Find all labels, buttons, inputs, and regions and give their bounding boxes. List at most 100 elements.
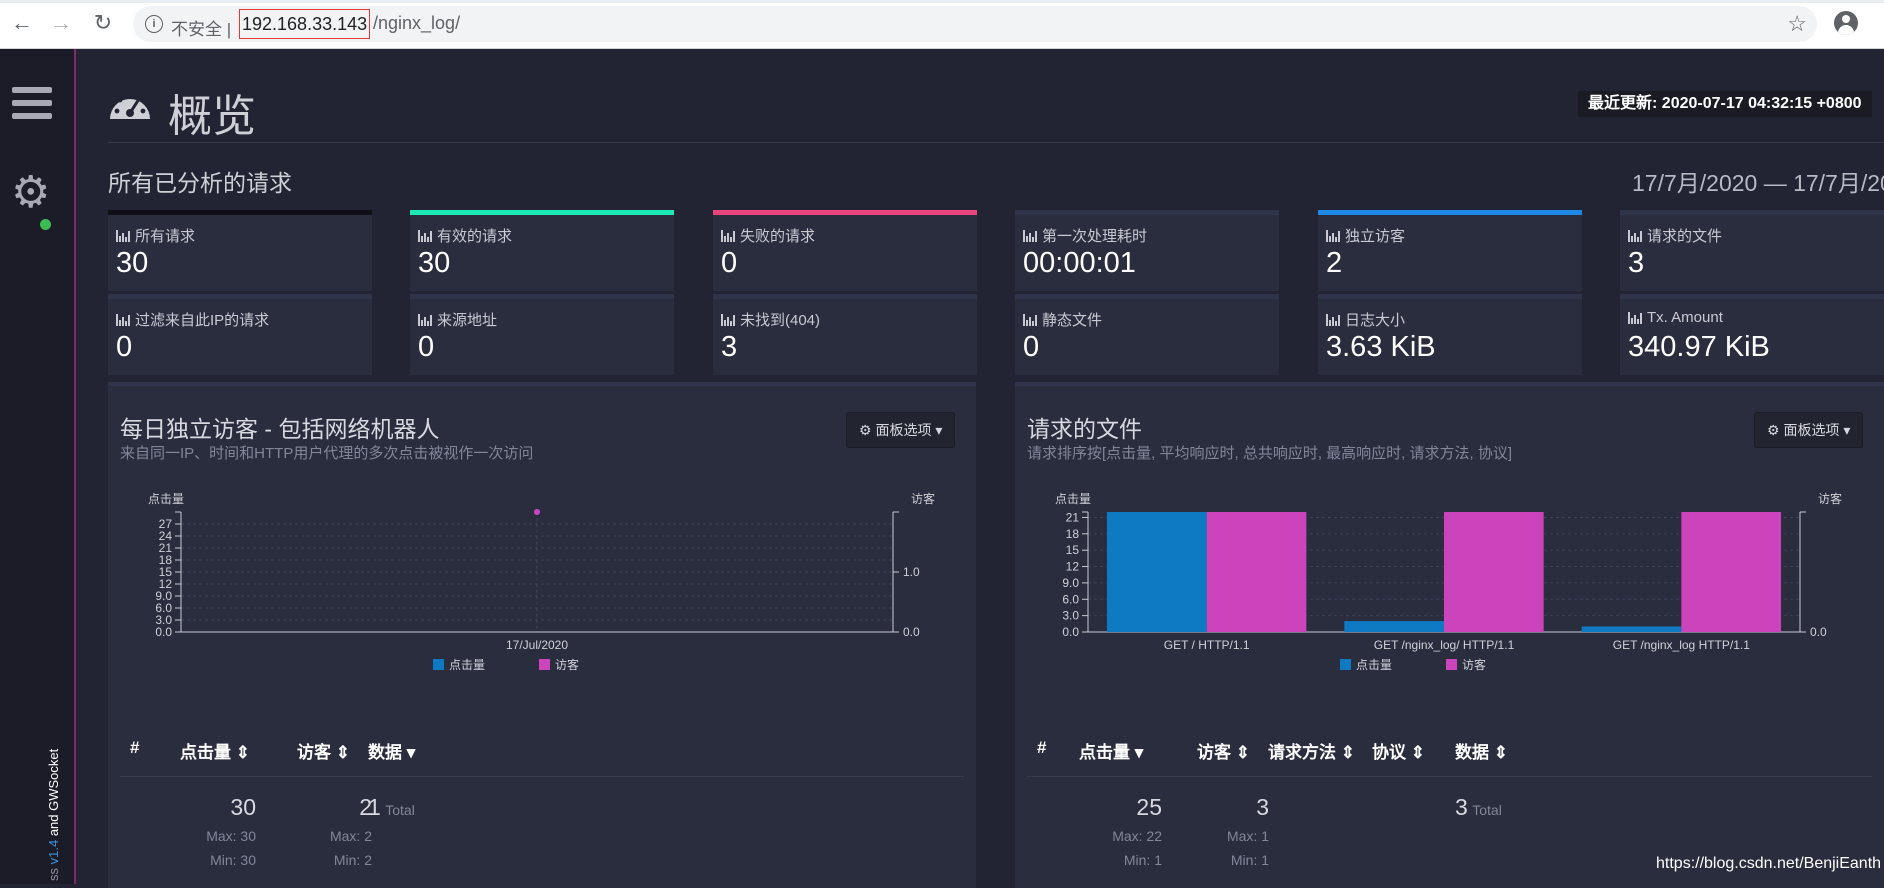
metric-card: 失败的请求 0 — [713, 210, 977, 291]
hits-value: 25 — [1136, 794, 1162, 820]
metric-card: 来源地址 0 — [410, 294, 674, 375]
version-info: ss v1.4 and GWSocket — [46, 748, 61, 881]
url-path[interactable]: /nginx_log/ — [373, 9, 460, 37]
bar-hits — [1106, 512, 1207, 632]
col-visitors[interactable]: 访客 ⇕ — [297, 738, 350, 763]
account-icon[interactable] — [1834, 11, 1858, 35]
panel-subtitle: 来自同一IP、时间和HTTP用户代理的多次点击被视作一次访问 — [120, 445, 534, 462]
col-data[interactable]: 数据 ⇕ — [1455, 738, 1508, 763]
bar-chart-icon — [721, 313, 735, 326]
browser-top-strip — [0, 0, 1884, 3]
hits-max: Max: 30 — [206, 828, 256, 844]
legend-swatch — [433, 659, 444, 670]
x-tick-label: 17/Jul/2020 — [506, 638, 568, 652]
section-title: 所有已分析的请求 — [108, 170, 292, 196]
sidebar: ⚙ ss v1.4 and GWSocket — [0, 49, 76, 884]
metric-value: 0 — [116, 331, 133, 363]
metric-value: 0 — [721, 247, 738, 279]
address-bar[interactable]: i 不安全 | 192.168.33.143 /nginx_log/ ☆ — [133, 6, 1817, 42]
panel-requested-files: 请求的文件 请求排序按[点击量, 平均响应时, 总共响应时, 最高响应时, 请求… — [1015, 382, 1884, 888]
table-divider — [1027, 776, 1872, 777]
col-visitors[interactable]: 访客 ⇕ — [1197, 738, 1250, 763]
col-protocol[interactable]: 协议 ⇕ — [1372, 738, 1425, 763]
y-tick-label: 15 — [159, 565, 173, 579]
header-divider — [108, 142, 1884, 143]
forward-icon[interactable]: → — [50, 10, 72, 35]
last-updated: 最近更新: 2020-07-17 04:32:15 +0800 — [1578, 91, 1872, 117]
metric-value: 3.63 KiB — [1326, 331, 1436, 363]
x-tick-label: GET / HTTP/1.1 — [1164, 638, 1250, 652]
panel-title: 请求的文件 — [1027, 416, 1142, 442]
bar-chart-icon — [1628, 229, 1642, 242]
metric-label: 第一次处理耗时 — [1023, 225, 1147, 246]
panel-title: 每日独立访客 - 包括网络机器人 — [120, 416, 440, 442]
panel-options-button[interactable]: ⚙ 面板选项 ▾ — [1754, 412, 1864, 448]
dashboard-gauge-icon — [110, 92, 150, 119]
legend-label: 访客 — [1462, 657, 1486, 672]
metric-label: 过滤来自此IP的请求 — [116, 309, 269, 330]
metric-label: 有效的请求 — [418, 225, 512, 246]
metric-label: 未找到(404) — [721, 309, 820, 330]
reload-icon[interactable]: ↻ — [92, 10, 114, 35]
bar-chart-icon — [116, 313, 130, 326]
metric-value: 00:00:01 — [1023, 247, 1136, 279]
col-data[interactable]: 数据 ▾ — [368, 738, 415, 763]
y-tick-label: 3.0 — [1062, 609, 1079, 623]
metric-value: 3 — [721, 331, 738, 363]
y-tick-label: 21 — [1066, 510, 1080, 524]
col-index[interactable]: # — [130, 738, 139, 758]
bar-chart-icon — [1326, 313, 1340, 326]
y-tick-label: 18 — [159, 553, 173, 567]
bar-chart-icon — [418, 313, 432, 326]
visitors-value: 3 — [1256, 794, 1269, 820]
metric-value: 340.97 KiB — [1628, 331, 1770, 363]
panel-unique-visitors: 每日独立访客 - 包括网络机器人 来自同一IP、时间和HTTP用户代理的多次点击… — [108, 382, 976, 888]
hits-min: Min: 1 — [1123, 852, 1162, 868]
metric-value: 0 — [418, 331, 435, 363]
legend-label: 点击量 — [1356, 658, 1392, 672]
security-status: 不安全 | — [171, 20, 232, 39]
y-tick-label: 9.0 — [155, 589, 172, 603]
y-tick-label: 15 — [1066, 543, 1080, 557]
metric-label: 来源地址 — [418, 309, 497, 330]
visitors-max: Max: 2 — [329, 828, 372, 844]
bookmark-star-icon[interactable]: ☆ — [1787, 11, 1807, 37]
y-right-tick-label: 1.0 — [903, 565, 920, 579]
url-host[interactable]: 192.168.33.143 — [239, 9, 371, 39]
metric-label: 请求的文件 — [1628, 225, 1722, 246]
metric-card: Tx. Amount 340.97 KiB — [1620, 294, 1884, 375]
hits-max: Max: 22 — [1112, 828, 1162, 844]
metric-value: 30 — [116, 247, 149, 279]
col-hits[interactable]: 点击量 ▾ — [1079, 738, 1143, 763]
info-icon[interactable]: i — [145, 15, 163, 33]
metric-card: 请求的文件 3 — [1620, 210, 1884, 291]
col-hits[interactable]: 点击量 ⇕ — [180, 738, 250, 763]
y-axis-left-title: 点击量 — [1055, 492, 1091, 506]
y-axis-left-title: 点击量 — [148, 492, 184, 506]
date-range: 17/7月/2020 — 17/7月/2020 — [1632, 170, 1884, 196]
metric-card: 有效的请求 30 — [410, 210, 674, 291]
watermark: https://blog.csdn.net/BenjiEanth — [1656, 855, 1882, 872]
legend-swatch — [1340, 659, 1351, 670]
y-right-tick-label: 0.0 — [903, 625, 920, 639]
back-icon[interactable]: ← — [11, 10, 33, 35]
panel-subtitle: 请求排序按[点击量, 平均响应时, 总共响应时, 最高响应时, 请求方法, 协议… — [1027, 445, 1513, 462]
menu-icon[interactable] — [12, 87, 52, 121]
y-tick-label: 21 — [159, 541, 173, 555]
metric-value: 0 — [1023, 331, 1040, 363]
metric-label: 失败的请求 — [721, 225, 815, 246]
metric-card: 静态文件 0 — [1015, 294, 1279, 375]
y-tick-label: 0.0 — [1062, 625, 1079, 639]
y-axis-right-title: 访客 — [911, 491, 935, 506]
y-tick-label: 6.0 — [1062, 592, 1079, 606]
data-total: 3 Total — [1455, 794, 1502, 820]
panel-options-button[interactable]: ⚙ 面板选项 ▾ — [846, 412, 956, 448]
data-total: 1 Total — [368, 794, 415, 820]
gear-icon[interactable]: ⚙ — [11, 171, 50, 215]
y-tick-label: 18 — [1066, 527, 1080, 541]
metric-label: 静态文件 — [1023, 309, 1102, 330]
y-tick-label: 9.0 — [1062, 576, 1079, 590]
col-method[interactable]: 请求方法 ⇕ — [1268, 738, 1355, 763]
col-index[interactable]: # — [1037, 738, 1046, 758]
y-right-tick-label: 0.0 — [1810, 625, 1827, 639]
